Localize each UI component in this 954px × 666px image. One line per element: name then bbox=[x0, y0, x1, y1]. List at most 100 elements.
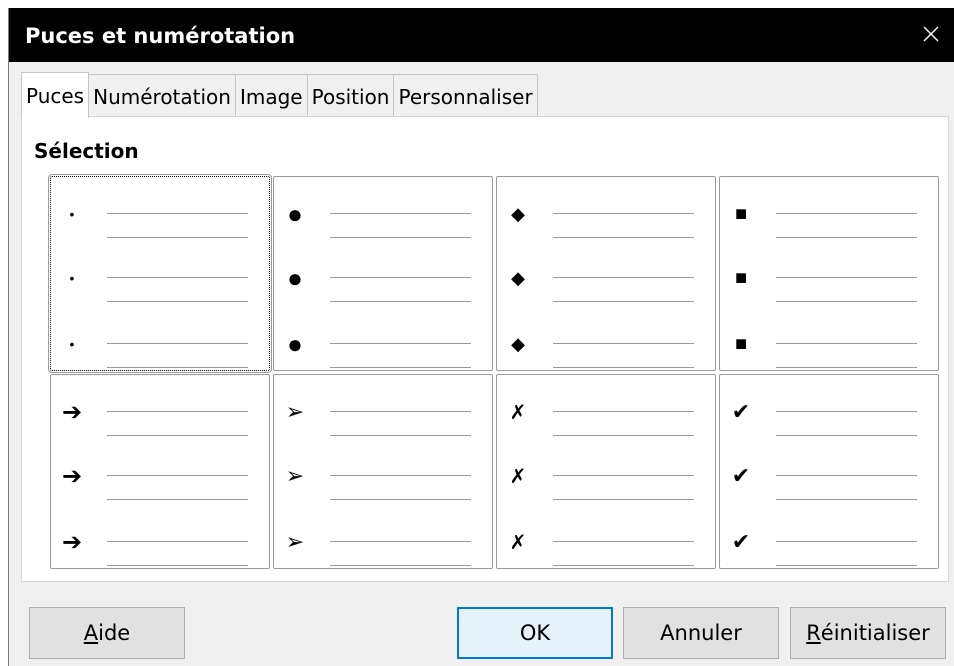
preview-line bbox=[776, 343, 917, 344]
preview-row: ● bbox=[274, 195, 492, 238]
tab-bar: Puces Numérotation Image Position Person… bbox=[21, 72, 538, 118]
diamond-icon: ◆ bbox=[511, 267, 525, 288]
tab-numerotation[interactable]: Numérotation bbox=[88, 74, 236, 118]
bullet-option-large-dot[interactable]: ● ● ● bbox=[273, 176, 493, 371]
bullet-option-diamond[interactable]: ◆ ◆ ◆ bbox=[496, 176, 716, 371]
preview-line bbox=[107, 301, 248, 302]
preview-line bbox=[776, 475, 917, 476]
small-dot-icon: • bbox=[69, 206, 75, 222]
square-icon: ■ bbox=[734, 202, 748, 225]
bullet-option-cross-mark[interactable]: ✗ ✗ ✗ bbox=[496, 374, 716, 569]
preview-line bbox=[107, 475, 248, 476]
tab-panel: Sélection • • • ● ● ● ◆ ◆ ◆ ■ ■ ■ ➔ ➔ ➔ ➢ ➢ ➢ ✗ ✗ ✗ ✔ ✔ ✔ bbox=[21, 116, 949, 582]
preview-line bbox=[107, 541, 248, 542]
large-dot-icon: ● bbox=[287, 262, 303, 293]
preview-line bbox=[553, 277, 694, 278]
preview-line bbox=[330, 301, 471, 302]
preview-line bbox=[107, 411, 248, 412]
ok-label: OK bbox=[519, 621, 551, 645]
bullet-style-grid: • • • ● ● ● ◆ ◆ ◆ ■ ■ ■ ➔ ➔ ➔ ➢ ➢ ➢ ✗ ✗ ✗ ✔ ✔ ✔ bbox=[48, 174, 943, 573]
preview-row: ✔ bbox=[720, 523, 938, 566]
small-dot-icon: • bbox=[69, 270, 75, 286]
preview-line bbox=[330, 435, 471, 436]
preview-line bbox=[553, 499, 694, 500]
preview-row: ➢ bbox=[274, 523, 492, 566]
check-mark-icon: ✔ bbox=[731, 399, 751, 424]
preview-row: ● bbox=[274, 325, 492, 368]
preview-row: ✔ bbox=[720, 457, 938, 500]
preview-line bbox=[553, 565, 694, 566]
preview-line bbox=[553, 411, 694, 412]
help-label-rest: ide bbox=[98, 621, 131, 645]
preview-line bbox=[776, 499, 917, 500]
preview-line bbox=[553, 367, 694, 368]
check-mark-icon: ✔ bbox=[731, 529, 751, 554]
preview-row: ✗ bbox=[497, 523, 715, 566]
help-button[interactable]: Aide bbox=[29, 607, 185, 659]
bullet-option-square[interactable]: ■ ■ ■ bbox=[719, 176, 939, 371]
small-dot-icon: • bbox=[69, 336, 75, 352]
bold-arrow-icon: ➔ bbox=[61, 398, 83, 426]
preview-line bbox=[107, 499, 248, 500]
tab-personnaliser[interactable]: Personnaliser bbox=[393, 74, 538, 118]
diamond-icon: ◆ bbox=[511, 333, 525, 354]
bullet-option-small-dot[interactable]: • • • bbox=[48, 174, 272, 373]
reset-label-rest: éinitialiser bbox=[820, 621, 930, 645]
preview-row: ● bbox=[274, 259, 492, 302]
preview-line bbox=[107, 565, 248, 566]
bullet-option-arrowhead[interactable]: ➢ ➢ ➢ bbox=[273, 374, 493, 569]
preview-line bbox=[107, 343, 248, 344]
tab-position[interactable]: Position bbox=[306, 74, 395, 118]
cancel-label: Annuler bbox=[660, 621, 742, 645]
preview-row: ➔ bbox=[51, 523, 269, 566]
preview-line bbox=[776, 301, 917, 302]
preview-line bbox=[330, 475, 471, 476]
preview-line bbox=[330, 213, 471, 214]
preview-row: ➢ bbox=[274, 457, 492, 500]
reset-button[interactable]: Réinitialiser bbox=[790, 607, 946, 659]
preview-line bbox=[776, 565, 917, 566]
preview-line bbox=[553, 301, 694, 302]
ok-button[interactable]: OK bbox=[457, 607, 613, 659]
help-accel: A bbox=[83, 621, 99, 645]
dialog-title: Puces et numérotation bbox=[25, 24, 296, 48]
bold-arrow-icon: ➔ bbox=[61, 528, 83, 556]
preview-line bbox=[107, 213, 248, 214]
preview-row: ➔ bbox=[51, 457, 269, 500]
preview-row: ◆ bbox=[497, 195, 715, 238]
close-button[interactable] bbox=[911, 16, 951, 52]
preview-row: ◆ bbox=[497, 325, 715, 368]
preview-line bbox=[776, 435, 917, 436]
preview-row: ✗ bbox=[497, 457, 715, 500]
arrowhead-icon: ➢ bbox=[285, 529, 305, 554]
preview-line bbox=[776, 277, 917, 278]
preview-row: ➢ bbox=[274, 393, 492, 436]
preview-line bbox=[330, 565, 471, 566]
preview-line bbox=[553, 541, 694, 542]
preview-line bbox=[553, 343, 694, 344]
bold-arrow-icon: ➔ bbox=[61, 462, 83, 490]
cancel-button[interactable]: Annuler bbox=[623, 607, 779, 659]
preview-line bbox=[107, 367, 248, 368]
preview-line bbox=[330, 237, 471, 238]
tab-image[interactable]: Image bbox=[234, 74, 308, 118]
preview-row: ■ bbox=[720, 195, 938, 238]
selection-heading: Sélection bbox=[34, 139, 139, 163]
bullet-option-bold-arrow[interactable]: ➔ ➔ ➔ bbox=[50, 374, 270, 569]
preview-line bbox=[107, 435, 248, 436]
preview-line bbox=[330, 343, 471, 344]
title-bar: Puces et numérotation bbox=[9, 8, 954, 62]
preview-row: ➔ bbox=[51, 393, 269, 436]
close-icon bbox=[923, 26, 939, 42]
cross-mark-icon: ✗ bbox=[509, 531, 527, 554]
check-mark-icon: ✔ bbox=[731, 463, 751, 488]
diamond-icon: ◆ bbox=[511, 203, 525, 224]
preview-row: • bbox=[51, 325, 269, 368]
large-dot-icon: ● bbox=[287, 198, 303, 229]
bullet-option-check-mark[interactable]: ✔ ✔ ✔ bbox=[719, 374, 939, 569]
preview-line bbox=[553, 213, 694, 214]
preview-line bbox=[776, 213, 917, 214]
tab-puces[interactable]: Puces bbox=[21, 72, 90, 118]
square-icon: ■ bbox=[734, 332, 748, 355]
preview-line bbox=[776, 237, 917, 238]
